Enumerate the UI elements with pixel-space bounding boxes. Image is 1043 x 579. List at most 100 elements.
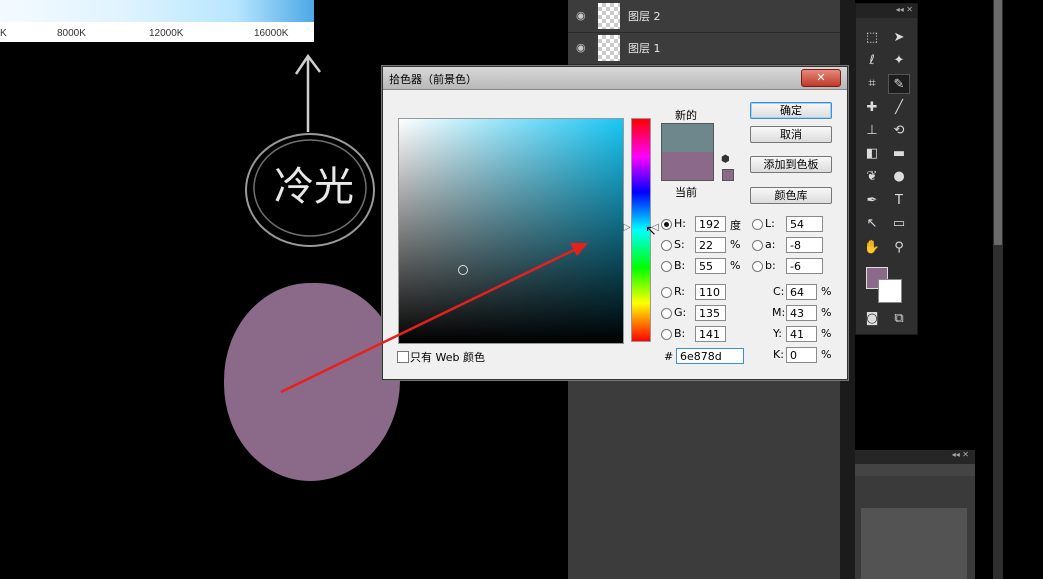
saturation-radio[interactable]: [661, 240, 672, 251]
cyan-label: C:: [773, 285, 785, 298]
layer-name: 图层 1: [628, 42, 661, 55]
layer-name: 图层 2: [628, 10, 661, 23]
black-label: K:: [773, 348, 784, 361]
eye-icon[interactable]: ◉: [576, 9, 590, 22]
eraser-tool-icon[interactable]: ◧: [861, 144, 883, 164]
lab-b-input[interactable]: -6: [786, 258, 823, 274]
lab-l-label: L:: [765, 217, 775, 230]
dodge-tool-icon[interactable]: ●: [888, 167, 910, 187]
background-color-swatch[interactable]: [878, 279, 902, 303]
hex-label: #: [664, 350, 674, 363]
new-color-swatch: [661, 123, 714, 153]
new-color-label: 新的: [675, 109, 697, 122]
lab-a-input[interactable]: -8: [786, 237, 823, 253]
web-only-label: 只有 Web 颜色: [410, 351, 485, 364]
scrollbar-thumb[interactable]: [994, 0, 1002, 245]
cyan-unit: %: [821, 285, 832, 298]
brightness-unit: %: [730, 259, 741, 272]
mouse-cursor-icon: ↖: [645, 223, 657, 239]
saturation-label: S:: [674, 238, 685, 251]
web-safe-cube-icon[interactable]: ⬢: [721, 154, 730, 165]
crop-tool-icon[interactable]: ⌗: [861, 74, 883, 94]
right-edge-area: [975, 0, 1043, 579]
chalk-sketch: 冷光: [245, 53, 375, 247]
cyan-input[interactable]: 64: [786, 284, 817, 300]
zoom-tool-icon[interactable]: ⚲: [888, 238, 910, 258]
hex-input[interactable]: 6e878d: [676, 348, 744, 364]
paint-blob: [224, 283, 400, 481]
red-radio[interactable]: [661, 287, 672, 298]
magic-wand-icon[interactable]: ✦: [888, 51, 910, 71]
quick-mask-icon[interactable]: ◙: [861, 309, 883, 329]
add-to-swatches-button[interactable]: 添加到色板: [750, 156, 832, 173]
lab-a-radio[interactable]: [752, 240, 763, 251]
current-color-label: 当前: [675, 186, 697, 199]
red-input[interactable]: 110: [695, 284, 726, 300]
marquee-tool-icon[interactable]: ⬚: [861, 28, 883, 48]
layer-thumbnail: [598, 3, 620, 29]
panel-controls[interactable]: ◂◂ ✕: [952, 450, 969, 459]
brightness-radio[interactable]: [661, 261, 672, 272]
green-radio[interactable]: [661, 308, 672, 319]
hue-radio[interactable]: [661, 219, 672, 230]
web-safe-color-swatch[interactable]: [722, 169, 734, 181]
blur-tool-icon[interactable]: ❦: [861, 167, 883, 187]
magenta-input[interactable]: 43: [786, 305, 817, 321]
color-libraries-button[interactable]: 颜色库: [750, 187, 832, 204]
magenta-label: M:: [772, 306, 786, 319]
layer-thumbnail: [598, 35, 620, 61]
lasso-tool-icon[interactable]: ℓ: [861, 51, 883, 71]
dialog-titlebar[interactable]: 拾色器（前景色） ✕: [383, 67, 847, 90]
layer-row[interactable]: ◉ 图层 2: [568, 0, 840, 33]
healing-brush-icon[interactable]: ✚: [861, 98, 883, 118]
hue-unit: 度: [730, 219, 741, 232]
kelvin-tick: K: [0, 28, 7, 39]
tools-panel-header: ◂◂ ✕: [856, 4, 917, 18]
screen-mode-icon[interactable]: ⧉: [888, 309, 910, 329]
hue-input[interactable]: 192: [695, 216, 726, 232]
color-picker-cursor[interactable]: [458, 265, 468, 275]
black-input[interactable]: 0: [786, 347, 817, 363]
saturation-unit: %: [730, 238, 741, 251]
shape-tool-icon[interactable]: ▭: [888, 214, 910, 234]
yellow-input[interactable]: 41: [786, 326, 817, 342]
kelvin-tick: 8000K: [57, 28, 86, 39]
panel-controls[interactable]: ◂◂ ✕: [896, 5, 913, 14]
brush-tool-icon[interactable]: ╱: [888, 98, 910, 118]
brightness-input[interactable]: 55: [695, 258, 726, 274]
blue-input[interactable]: 141: [695, 326, 726, 342]
lab-l-radio[interactable]: [752, 219, 763, 230]
gradient-tool-icon[interactable]: ▬: [888, 144, 910, 164]
path-select-icon[interactable]: ↖: [861, 214, 883, 234]
yellow-label: Y:: [773, 327, 782, 340]
lab-a-label: a:: [765, 238, 776, 251]
web-only-checkbox[interactable]: [397, 351, 409, 363]
cancel-button[interactable]: 取消: [750, 126, 832, 143]
close-button[interactable]: ✕: [801, 69, 841, 87]
blue-radio[interactable]: [661, 329, 672, 340]
brightness-label: B:: [674, 259, 686, 272]
move-tool-icon[interactable]: ➤: [888, 28, 910, 48]
color-picker-dialog: 拾色器（前景色） ✕ ▷ ◁ ↖ 新的 当前 ⬢ 确定 取消 添加到色板 颜色库…: [382, 66, 848, 380]
hue-slider-arrow-left-icon[interactable]: ▷: [623, 222, 631, 233]
hand-tool-icon[interactable]: ✋: [861, 238, 883, 258]
history-brush-icon[interactable]: ⟲: [888, 121, 910, 141]
panel-subheader: [855, 464, 975, 476]
kelvin-gradient: [0, 0, 314, 22]
eyedropper-tool-icon[interactable]: ✎: [888, 74, 910, 94]
black-unit: %: [821, 348, 832, 361]
lab-b-radio[interactable]: [752, 261, 763, 272]
dialog-title: 拾色器（前景色）: [389, 73, 477, 86]
ok-button[interactable]: 确定: [750, 102, 832, 119]
stamp-tool-icon[interactable]: ⊥: [861, 121, 883, 141]
current-color-swatch[interactable]: [661, 152, 714, 181]
pen-tool-icon[interactable]: ✒: [861, 191, 883, 211]
saturation-brightness-field[interactable]: [398, 118, 624, 344]
saturation-input[interactable]: 22: [695, 237, 726, 253]
lab-l-input[interactable]: 54: [786, 216, 823, 232]
eye-icon[interactable]: ◉: [576, 41, 590, 54]
green-input[interactable]: 135: [695, 305, 726, 321]
panel-header: ◂◂ ✕: [855, 450, 975, 464]
layer-row[interactable]: ◉ 图层 1: [568, 32, 840, 65]
type-tool-icon[interactable]: T: [888, 191, 910, 211]
